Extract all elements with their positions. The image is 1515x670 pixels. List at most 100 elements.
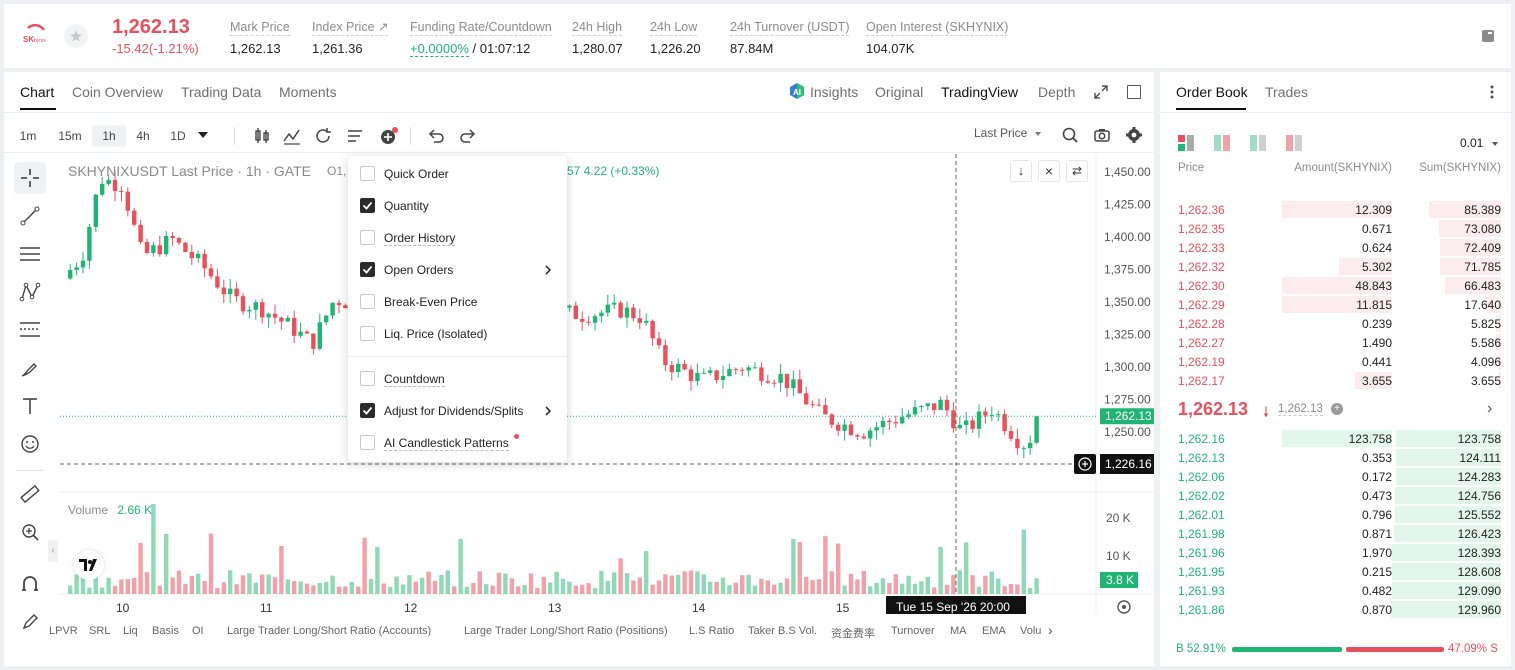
undo-icon[interactable] bbox=[426, 126, 446, 146]
menu-item-quick-order[interactable]: Quick Order bbox=[348, 162, 567, 186]
indicator-srl[interactable]: SRL bbox=[89, 625, 110, 637]
checkbox-checked[interactable] bbox=[360, 198, 375, 213]
swap-icon[interactable]: ⇄ bbox=[1066, 160, 1088, 182]
timeframe-4h[interactable]: 4h bbox=[130, 125, 156, 147]
checkbox-checked[interactable] bbox=[360, 262, 375, 277]
emoji-tool-icon[interactable] bbox=[14, 428, 46, 460]
menu-item-liq-price[interactable]: Liq. Price (Isolated) bbox=[348, 322, 567, 346]
indicator-oi[interactable]: OI bbox=[192, 625, 204, 637]
checkbox[interactable] bbox=[360, 230, 375, 245]
ask-row[interactable]: 1,262.35 0.671 73.080 bbox=[1160, 219, 1501, 238]
ask-row[interactable]: 1,262.36 12.309 85.389 bbox=[1160, 200, 1501, 219]
bid-row[interactable]: 1,261.93 0.482 129.090 bbox=[1160, 581, 1501, 600]
tab-original[interactable]: Original bbox=[875, 84, 923, 100]
ask-row[interactable]: 1,262.30 48.843 66.483 bbox=[1160, 276, 1501, 295]
menu-item-quantity[interactable]: Quantity bbox=[348, 194, 567, 218]
bid-row[interactable]: 1,262.13 0.353 124.111 bbox=[1160, 448, 1501, 467]
indicator-ls-accounts[interactable]: Large Trader Long/Short Ratio (Accounts) bbox=[227, 625, 431, 637]
text-tool-icon[interactable] bbox=[14, 390, 46, 422]
close-icon[interactable]: × bbox=[1038, 160, 1060, 182]
indicator-ma[interactable]: MA bbox=[950, 625, 967, 637]
indicator-ls-ratio[interactable]: L.S Ratio bbox=[689, 625, 734, 637]
tab-chart[interactable]: Chart bbox=[20, 84, 54, 100]
bid-row[interactable]: 1,261.98 0.871 126.423 bbox=[1160, 524, 1501, 543]
menu-item-open-orders[interactable]: Open Orders bbox=[348, 258, 567, 282]
indicator-taker-vol[interactable]: Taker B.S Vol. bbox=[748, 625, 817, 637]
more-options-icon[interactable] bbox=[1488, 84, 1496, 100]
ruler-tool-icon[interactable] bbox=[14, 478, 46, 510]
checkbox[interactable] bbox=[360, 294, 375, 309]
bid-row[interactable]: 1,261.86 0.870 129.960 bbox=[1160, 600, 1501, 619]
pattern-tool-icon[interactable] bbox=[14, 276, 46, 308]
menu-item-break-even-price[interactable]: Break-Even Price bbox=[348, 290, 567, 314]
crosshair-tool-icon[interactable] bbox=[14, 162, 46, 194]
indicator-lpvr[interactable]: LPVR bbox=[49, 625, 78, 637]
collapse-toolbar-icon[interactable]: ‹ bbox=[48, 540, 58, 562]
ai-insights-icon[interactable]: AI bbox=[788, 82, 806, 100]
indicator-turnover[interactable]: Turnover bbox=[891, 625, 935, 637]
ask-row[interactable]: 1,262.27 1.490 5.586 bbox=[1160, 333, 1501, 352]
horizontal-lines-tool-icon[interactable] bbox=[14, 238, 46, 270]
redo-icon[interactable] bbox=[458, 126, 478, 146]
bid-row[interactable]: 1,261.95 0.215 128.608 bbox=[1160, 562, 1501, 581]
ask-row[interactable]: 1,262.33 0.624 72.409 bbox=[1160, 238, 1501, 257]
tab-depth[interactable]: Depth bbox=[1038, 84, 1075, 100]
layout-both-icon[interactable] bbox=[1178, 135, 1194, 151]
price-chart[interactable]: 1,450.00 1,425.00 1,400.00 1,375.00 1,350.00… bbox=[60, 154, 1154, 614]
window-icon[interactable] bbox=[1127, 85, 1141, 99]
index-price-stat[interactable]: Index Price ↗ 1,261.36 bbox=[312, 18, 389, 56]
timeframe-15m[interactable]: 15m bbox=[54, 125, 86, 147]
camera-icon[interactable] bbox=[1092, 125, 1112, 145]
add-plus-icon[interactable] bbox=[378, 126, 398, 146]
bid-row[interactable]: 1,262.02 0.473 124.756 bbox=[1160, 486, 1501, 505]
reset-axis-icon[interactable] bbox=[1116, 599, 1132, 615]
refresh-icon[interactable] bbox=[313, 126, 333, 146]
layout-bids-icon[interactable] bbox=[1214, 135, 1230, 151]
menu-item-ai-candlestick[interactable]: AI Candlestick Patterns bbox=[348, 431, 567, 455]
ask-row[interactable]: 1,262.28 0.239 5.825 bbox=[1160, 314, 1501, 333]
timeframe-1d[interactable]: 1D bbox=[165, 125, 191, 147]
checkbox-checked[interactable] bbox=[360, 403, 375, 418]
tab-trades[interactable]: Trades bbox=[1265, 84, 1308, 100]
tab-insights[interactable]: Insights bbox=[810, 84, 858, 100]
scroll-down-icon[interactable]: ↓ bbox=[1010, 160, 1032, 182]
funding-rate-value[interactable]: +0.0000% bbox=[410, 41, 469, 57]
menu-item-adjust-dividends[interactable]: Adjust for Dividends/Splits bbox=[348, 399, 567, 423]
candlestick-type-icon[interactable] bbox=[252, 126, 272, 146]
checkbox[interactable] bbox=[360, 371, 375, 386]
checkbox[interactable] bbox=[360, 166, 375, 181]
tab-trading-data[interactable]: Trading Data bbox=[181, 84, 261, 100]
mid-mark-price[interactable]: 1,262.13 bbox=[1278, 403, 1323, 416]
search-icon[interactable] bbox=[1060, 125, 1080, 145]
tab-order-book[interactable]: Order Book bbox=[1176, 84, 1248, 100]
precision-select[interactable]: 0.01 bbox=[1460, 136, 1498, 150]
zoom-in-tool-icon[interactable] bbox=[14, 516, 46, 548]
timeframe-1m[interactable]: 1m bbox=[14, 125, 42, 147]
expand-icon[interactable] bbox=[1094, 85, 1108, 99]
ask-row[interactable]: 1,262.32 5.302 71.785 bbox=[1160, 257, 1501, 276]
menu-item-order-history[interactable]: Order History bbox=[348, 226, 567, 250]
checkbox[interactable] bbox=[360, 326, 375, 341]
indicator-volume[interactable]: Volu bbox=[1020, 625, 1044, 637]
fibonacci-tool-icon[interactable] bbox=[14, 314, 46, 346]
trend-line-tool-icon[interactable] bbox=[14, 200, 46, 232]
brush-tool-icon[interactable] bbox=[14, 352, 46, 384]
book-icon[interactable] bbox=[1480, 28, 1496, 44]
indicators-icon[interactable] bbox=[282, 126, 302, 146]
indicator-ls-positions[interactable]: Large Trader Long/Short Ratio (Positions… bbox=[464, 625, 668, 637]
magnet-tool-icon[interactable] bbox=[14, 568, 46, 600]
chevron-down-icon[interactable] bbox=[198, 132, 208, 138]
timeframe-1h[interactable]: 1h bbox=[92, 125, 126, 147]
bid-row[interactable]: 1,262.06 0.172 124.283 bbox=[1160, 467, 1501, 486]
indicator-basis[interactable]: Basis bbox=[152, 625, 179, 637]
templates-icon[interactable] bbox=[345, 126, 365, 146]
gear-icon[interactable] bbox=[1124, 125, 1144, 145]
ask-row[interactable]: 1,262.17 3.655 3.655 bbox=[1160, 371, 1501, 390]
layout-sell-icon[interactable] bbox=[1286, 135, 1302, 151]
ask-row[interactable]: 1,262.19 0.441 4.096 bbox=[1160, 352, 1501, 371]
favorite-star-icon[interactable] bbox=[64, 24, 88, 48]
tab-moments[interactable]: Moments bbox=[279, 84, 337, 100]
pencil-lock-tool-icon[interactable] bbox=[14, 606, 46, 638]
bid-row[interactable]: 1,262.16 123.758 123.758 bbox=[1160, 429, 1501, 448]
indicator-funding-rate[interactable]: 资金费率 bbox=[831, 625, 875, 641]
